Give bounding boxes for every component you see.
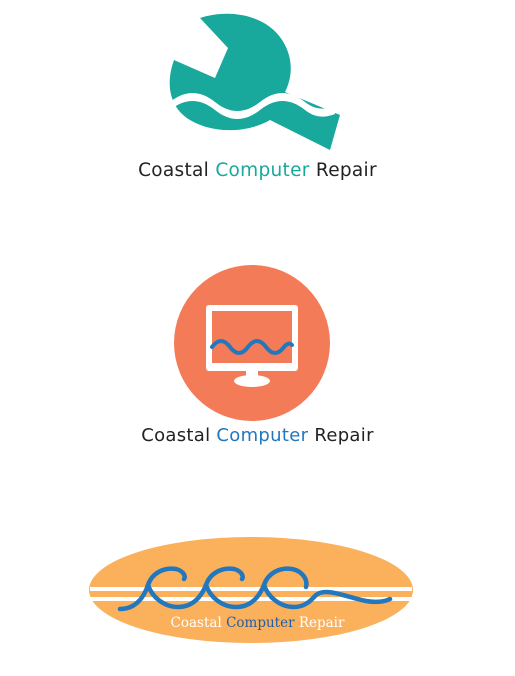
caption-word-computer: Computer (216, 425, 309, 446)
logo-surfboard: Coastal Computer Repair (0, 525, 515, 665)
caption-word-computer: Computer (226, 615, 295, 631)
logo3-caption: Coastal Computer Repair (0, 615, 515, 631)
logo1-caption: Coastal Computer Repair (0, 160, 515, 181)
logo-monitor: Coastal Computer Repair (0, 255, 515, 455)
caption-word-coastal: Coastal (170, 615, 227, 631)
caption-word-coastal: Coastal (141, 425, 217, 446)
caption-word-repair: Repair (294, 615, 345, 631)
wrench-wave-icon (169, 13, 340, 151)
caption-word-coastal: Coastal (138, 160, 216, 181)
caption-word-repair: Repair (308, 425, 374, 446)
monitor-wave-icon (174, 265, 330, 421)
caption-word-computer: Computer (215, 160, 310, 181)
caption-word-repair: Repair (309, 160, 377, 181)
logo-wrench: Coastal Computer Repair (0, 0, 515, 200)
logo2-caption: Coastal Computer Repair (0, 425, 515, 446)
